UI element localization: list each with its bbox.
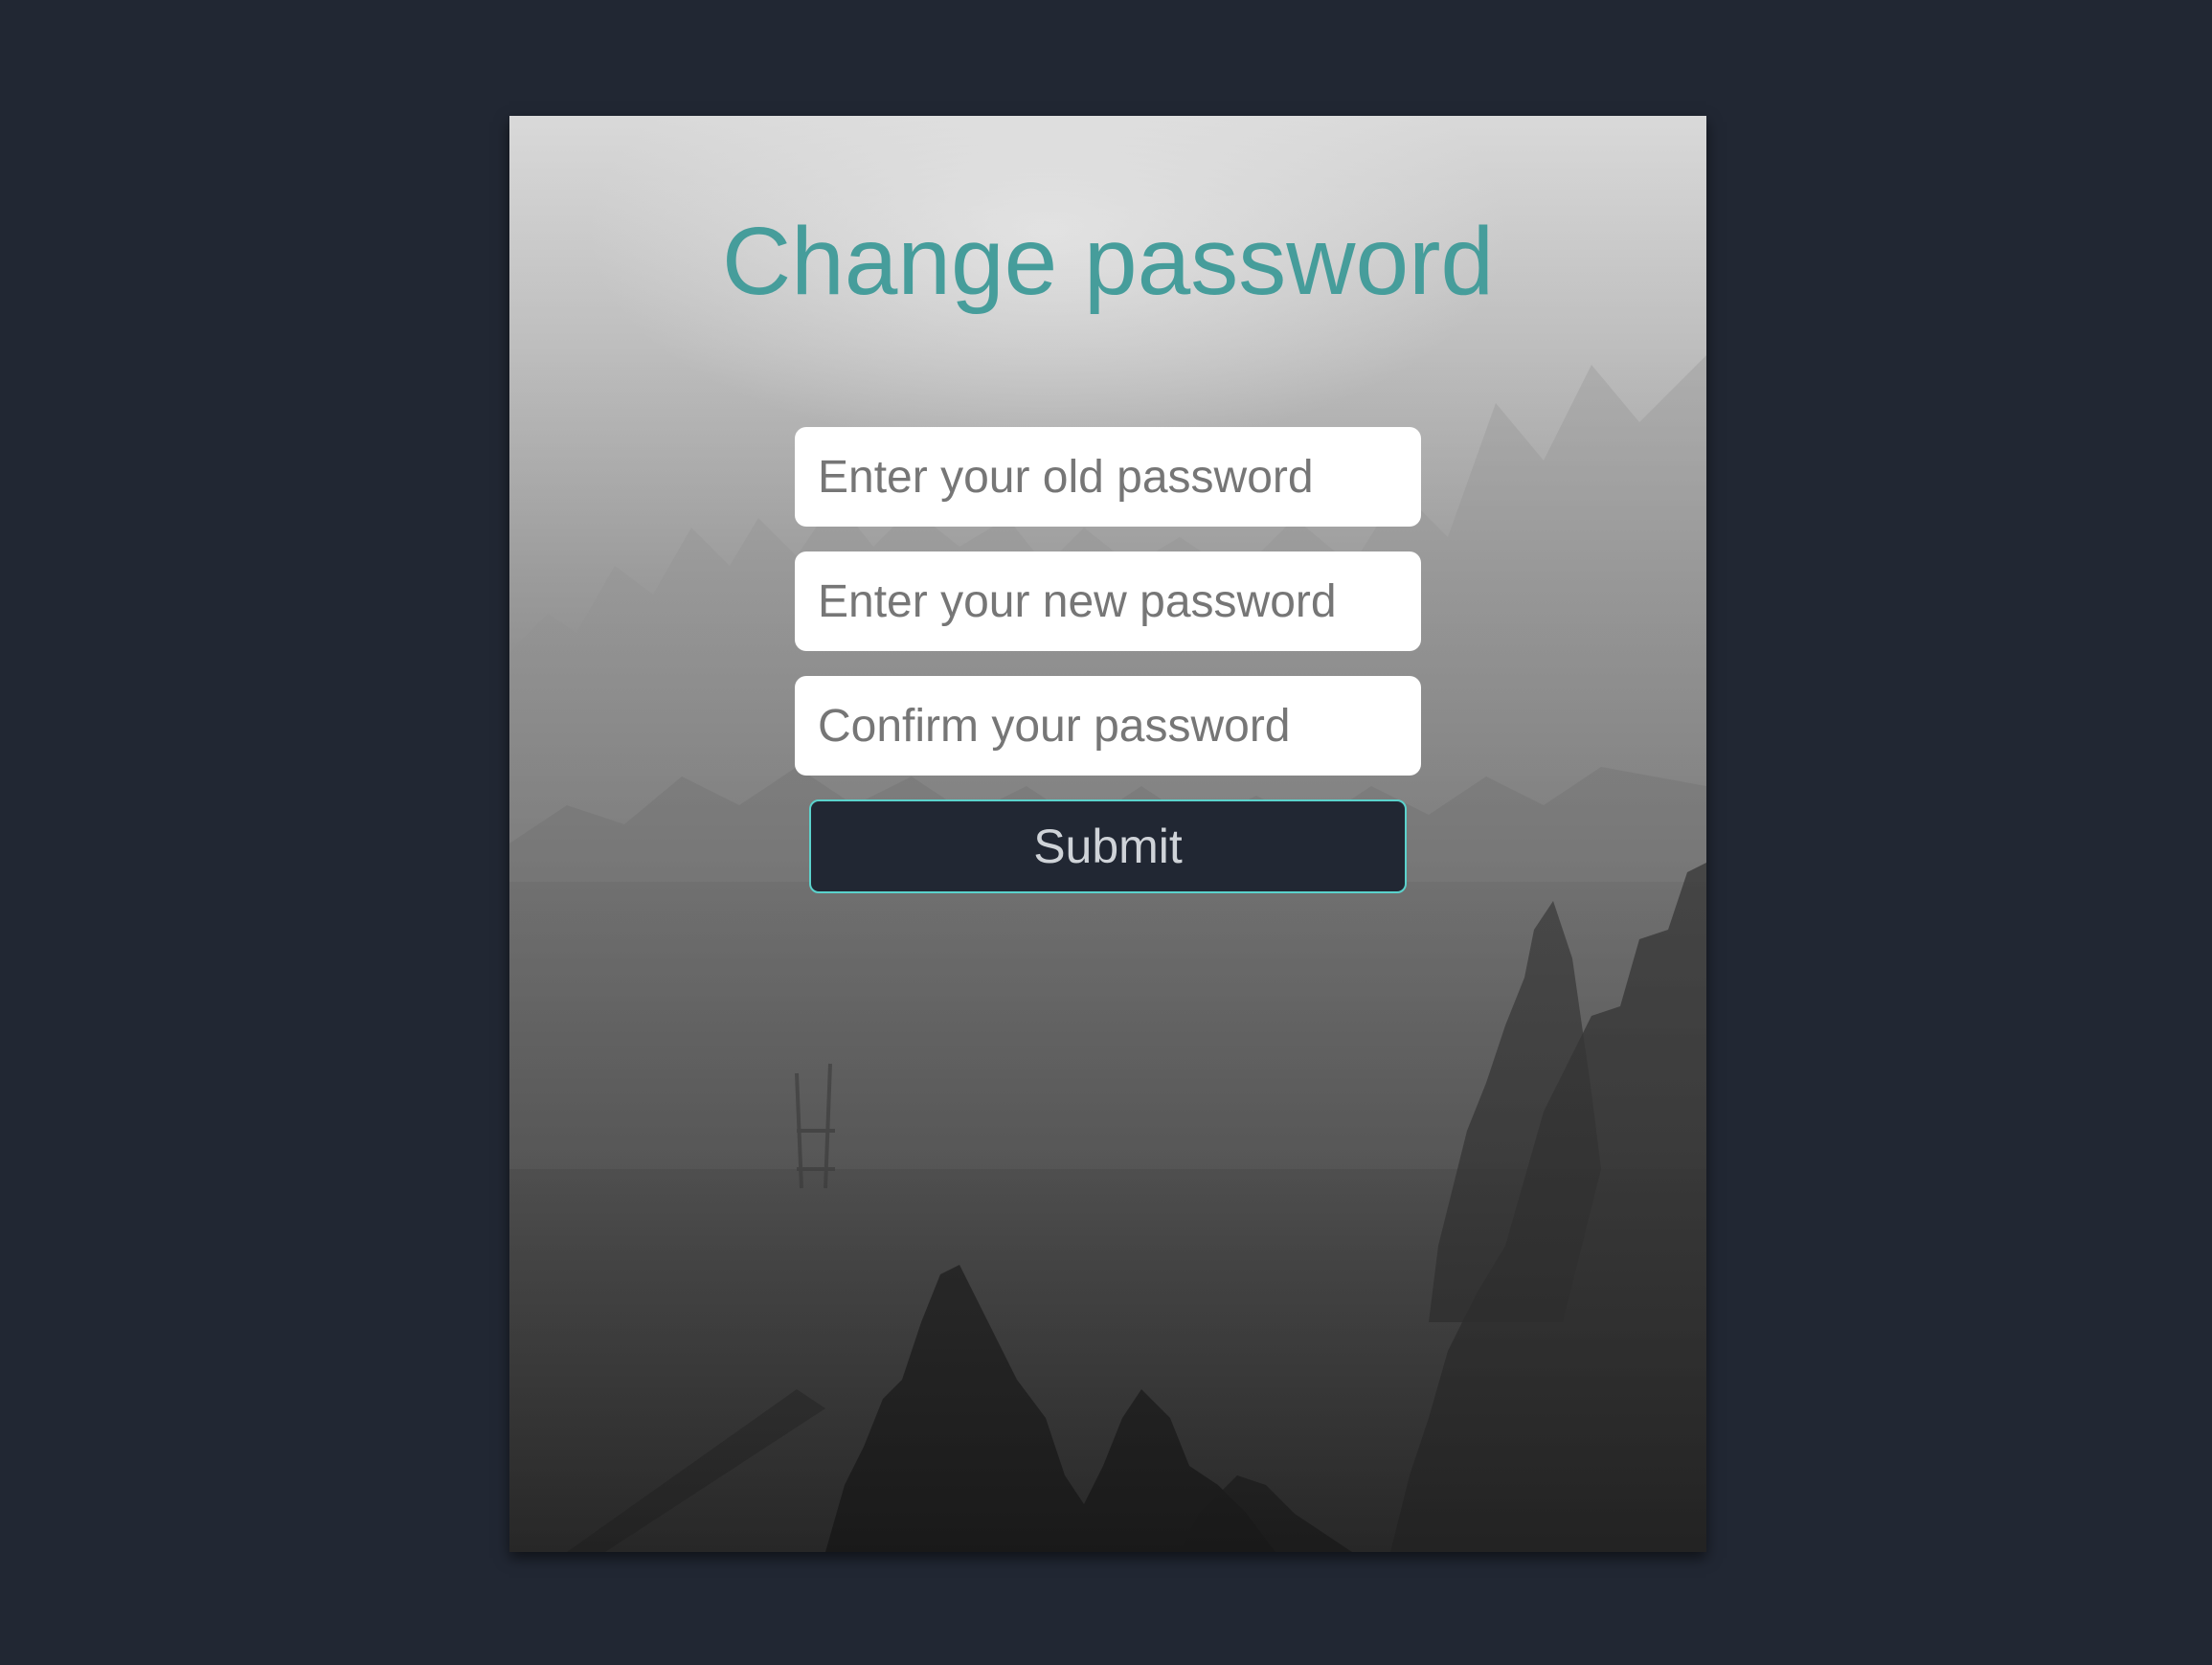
page-title: Change password xyxy=(721,208,1495,315)
change-password-card: Change password Submit xyxy=(509,116,1706,1552)
new-password-input[interactable] xyxy=(795,551,1421,651)
submit-button[interactable]: Submit xyxy=(809,799,1407,893)
old-password-input[interactable] xyxy=(795,427,1421,527)
confirm-password-input[interactable] xyxy=(795,676,1421,776)
